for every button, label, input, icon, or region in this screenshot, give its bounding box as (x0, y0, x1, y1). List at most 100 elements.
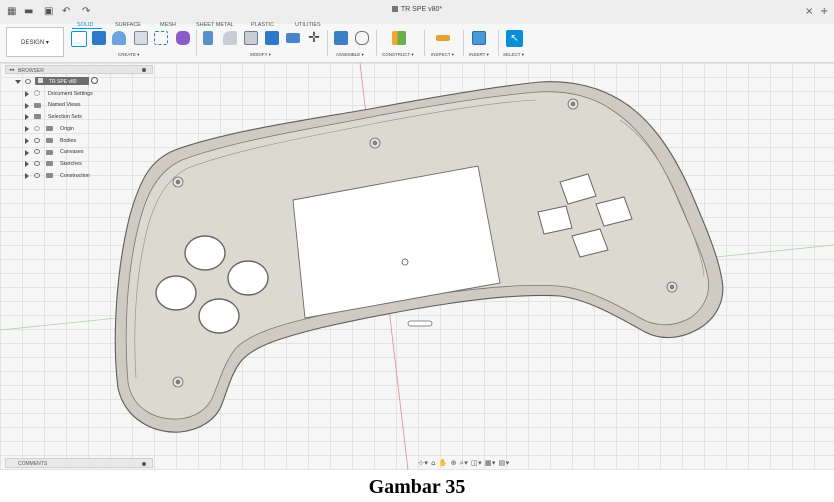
modify-menu[interactable]: MODIFY ▾ (250, 52, 271, 58)
tree-item-origin[interactable]: Origin (5, 124, 153, 134)
create-form-icon[interactable] (176, 31, 190, 45)
move-icon[interactable]: ✛ (307, 31, 321, 45)
visibility-icon[interactable] (34, 149, 40, 154)
folder-icon (46, 161, 53, 166)
expand-icon[interactable] (25, 138, 29, 144)
tree-item-construction[interactable]: Construction (5, 171, 153, 181)
tree-item-named-views[interactable]: Named Views (5, 101, 153, 111)
comments-title: COMMENTS (18, 461, 48, 467)
root-label: TR SPE v80 (49, 78, 77, 85)
tree-item-bodies[interactable]: Bodies (5, 136, 153, 146)
document-tab[interactable]: TR SPE v80* (0, 6, 834, 13)
document-icon (38, 78, 43, 83)
tree-item-label: Bodies (60, 137, 77, 144)
tree-item-canvases[interactable]: Canvases (5, 148, 153, 158)
shell-icon[interactable] (244, 31, 258, 45)
folder-icon (34, 114, 41, 119)
expand-icon[interactable] (25, 173, 29, 179)
figure-caption: Gambar 35 (368, 476, 466, 498)
select-menu[interactable]: SELECT ▾ (503, 52, 524, 58)
offset-plane-icon[interactable] (392, 31, 406, 45)
tree-item-selection-sets[interactable]: Selection Sets (5, 112, 153, 122)
tree-item-label: Selection Sets (48, 113, 82, 120)
button-hole-top (184, 235, 226, 271)
new-component-icon[interactable] (334, 31, 348, 45)
divider (424, 30, 425, 56)
measure-icon[interactable] (436, 35, 450, 41)
hidden-icon[interactable] (34, 125, 40, 131)
tree-root[interactable]: TR SPE v80 (5, 77, 153, 87)
button-hole-left (155, 275, 197, 311)
root-component[interactable]: TR SPE v80 (35, 77, 89, 85)
origin-point-icon (401, 258, 409, 266)
tree-item-label: Sketches (60, 160, 82, 167)
tree-item-label: Origin (60, 125, 75, 132)
expand-icon[interactable] (25, 161, 29, 167)
nav-tools-icons[interactable]: ⊹▾ ⌂ ✋ ⊕ ⌕▾ ◫▾ ▦▾ ▤▾ (418, 459, 510, 467)
expand-icon[interactable] (15, 80, 21, 84)
visibility-icon[interactable] (34, 137, 40, 143)
fillet-icon[interactable] (223, 31, 237, 45)
tree-item-label: Construction (60, 172, 90, 179)
pattern-icon[interactable] (154, 31, 168, 45)
activate-radio[interactable] (91, 77, 98, 84)
construct-menu[interactable]: CONSTRUCT ▾ (382, 52, 414, 58)
browser-panel: ◂◂ BROWSER TR SPE v80 Document Settings … (5, 65, 153, 185)
tab-plastic[interactable]: PLASTIC (251, 22, 274, 28)
extrude-icon[interactable] (92, 31, 106, 45)
toolbar-ribbon: DESIGN ▾ SOLID SURFACE MESH SHEET METAL … (0, 22, 834, 63)
usb-slot (407, 320, 433, 327)
tab-sheet-metal[interactable]: SHEET METAL (196, 22, 234, 28)
navigation-toolbar[interactable]: ⊹▾ ⌂ ✋ ⊕ ⌕▾ ◫▾ ▦▾ ▤▾ (418, 459, 532, 469)
folder-icon (34, 102, 41, 108)
assemble-menu[interactable]: ASSEMBLE ▾ (336, 52, 364, 58)
browser-header[interactable]: ◂◂ BROWSER (5, 65, 153, 74)
add-tab-icon[interactable]: + (820, 5, 828, 19)
workspace-label: DESIGN ▾ (21, 39, 49, 46)
create-menu[interactable]: CREATE ▾ (118, 52, 139, 58)
divider (327, 30, 328, 56)
divider (376, 30, 377, 56)
visibility-icon[interactable] (25, 78, 31, 84)
combine-icon[interactable] (265, 31, 279, 45)
split-icon[interactable] (286, 33, 300, 43)
tree-item-label: Document Settings (48, 90, 93, 97)
tab-mesh[interactable]: MESH (160, 22, 176, 28)
expand-icon[interactable] (25, 149, 29, 156)
hole-icon[interactable] (134, 31, 148, 45)
folder-icon (46, 138, 53, 143)
create-sketch-icon[interactable] (71, 31, 87, 47)
expand-icon[interactable] (25, 91, 29, 97)
expand-icon[interactable] (25, 102, 29, 109)
divider (463, 30, 464, 56)
pin-icon[interactable] (142, 67, 146, 72)
comments-panel[interactable]: COMMENTS (5, 458, 153, 468)
tree-item-label: Canvases (60, 149, 84, 155)
tree-item-document-settings[interactable]: Document Settings (5, 89, 153, 99)
add-comment-icon[interactable] (142, 461, 146, 466)
tree-item-label: Named Views (48, 102, 81, 108)
tab-surface[interactable]: SURFACE (115, 22, 141, 28)
tree-item-sketches[interactable]: Sketches (5, 159, 153, 169)
insert-menu[interactable]: INSERT ▾ (469, 52, 489, 58)
joint-icon[interactable] (355, 31, 369, 45)
divider (196, 30, 197, 56)
expand-icon[interactable] (25, 114, 29, 120)
browser-title: BROWSER (18, 67, 44, 74)
visibility-icon[interactable] (34, 172, 40, 178)
close-icon[interactable]: × (805, 5, 813, 19)
active-tab-indicator (72, 28, 102, 29)
select-cursor-icon[interactable]: ↖ (506, 30, 523, 47)
divider (498, 30, 499, 56)
button-hole-bottom (198, 298, 240, 334)
expand-icon[interactable] (25, 126, 29, 132)
collapse-icon[interactable]: ◂◂ (9, 67, 14, 73)
revolve-icon[interactable] (112, 31, 126, 45)
workspace-switcher[interactable]: DESIGN ▾ (6, 27, 64, 57)
fusion-window: ▦ ▬ ▣ ↶ ↷ TR SPE v80* × + DESIGN ▾ SOLID… (0, 0, 834, 470)
inspect-menu[interactable]: INSPECT ▾ (431, 52, 454, 58)
tab-utilities[interactable]: UTILITIES (295, 22, 321, 28)
insert-image-icon[interactable] (472, 31, 486, 45)
visibility-icon[interactable] (34, 160, 40, 166)
press-pull-icon[interactable] (203, 31, 213, 45)
